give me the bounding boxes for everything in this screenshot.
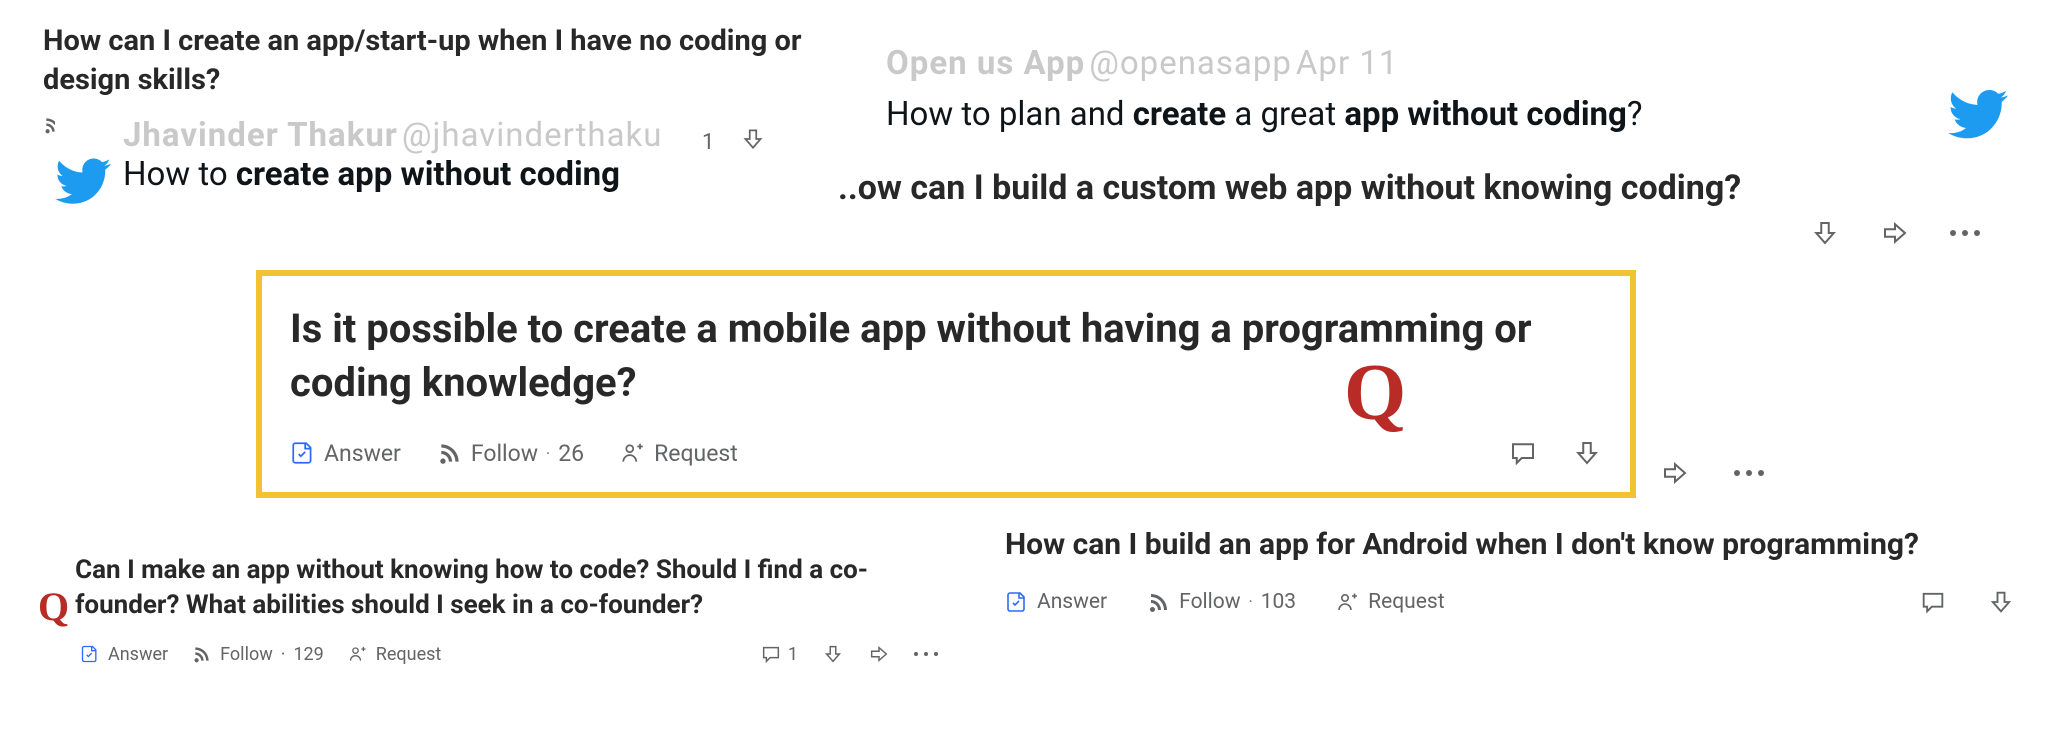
question-title[interactable]: How can I build an app for Android when … [1005,525,2015,566]
answer-action[interactable]: Answer [80,644,168,665]
request-icon [348,644,368,664]
answer-icon [290,440,316,466]
question-title[interactable]: Can I make an app without knowing how to… [75,553,938,623]
request-action[interactable]: Request [1336,590,1444,614]
quora-logo-large: Q [1344,348,1406,439]
downvote-icon [740,126,766,152]
request-label: Request [1368,590,1444,614]
twitter-icon [1948,83,2010,145]
follow-label: Follow [220,644,273,665]
follow-label: Follow [1179,590,1240,614]
stray-count: 1 [702,130,714,155]
highlight-right-actions [1508,438,1602,468]
share-icon[interactable] [1880,218,1910,248]
request-icon [1336,590,1360,614]
answer-icon [1005,590,1029,614]
tweet-author-ghost: Jhavinder Thakur [123,116,398,155]
more-icon[interactable] [1950,230,1980,236]
t2-mid: a great [1226,95,1344,134]
follow-action[interactable]: Follow · 129 [192,644,324,665]
downvote-icon[interactable] [1810,218,1840,248]
rss-icon [1147,590,1171,614]
highlighted-question: Is it possible to create a mobile app wi… [256,270,1636,498]
right-actions: 1 [760,643,938,665]
downvote-icon[interactable] [1987,588,2015,616]
rss-icon [192,644,212,664]
answer-label: Answer [108,644,168,665]
share-icon[interactable] [1660,458,1690,488]
tweet2-author-row: Open us App @openasapp Apr 11 [886,44,2010,83]
right-actions [1919,588,2015,616]
share-icon[interactable] [868,643,890,665]
follow-count: 129 [293,644,323,665]
answer-icon [80,644,100,664]
comment-count: 1 [788,644,798,665]
tweet-text-pre: How to [123,155,236,194]
heading-custom-web-app: ..ow can I build a custom web app withou… [838,166,2048,212]
t2-b2: app without coding [1344,95,1627,134]
t2-pre: How to plan and [886,95,1133,134]
question-actions: Answer Follow · 129 Request 1 [80,643,938,665]
question-actions: Answer Follow · 103 Request [1005,588,2015,616]
quora-question-3: How can I build an app for Android when … [1005,525,2015,616]
answer-label: Answer [1037,590,1107,614]
comment-action[interactable]: 1 [760,643,798,665]
twitter-icon [55,152,113,210]
request-action[interactable]: Request [620,440,738,467]
answer-action[interactable]: Answer [1005,590,1107,614]
tweet2-text: How to plan and create a great app witho… [886,83,2010,145]
comment-icon[interactable] [1508,438,1538,468]
more-icon[interactable] [914,652,938,656]
tweet2-handle-ghost: @openasapp [1089,44,1292,83]
request-icon [620,440,646,466]
follow-count: 103 [1261,590,1296,614]
stray-downvote[interactable] [740,126,766,152]
question-title[interactable]: How can I create an app/start-up when I … [43,22,813,100]
rss-icon [437,440,463,466]
t2-b1: create [1133,95,1226,134]
downvote-icon[interactable] [1572,438,1602,468]
comment-icon [760,643,782,665]
heading-text: ..ow can I build a custom web app withou… [838,166,2048,212]
quora-question-2: Q Can I make an app without knowing how … [38,553,938,665]
heading-actions [1810,218,1980,248]
more-icon[interactable] [1734,470,1764,476]
request-label: Request [376,644,442,665]
follow-count: 26 [558,440,584,467]
answer-action[interactable]: Answer [290,440,401,467]
downvote-icon[interactable] [822,643,844,665]
comment-icon[interactable] [1919,588,1947,616]
tweet2-date-ghost: Apr 11 [1296,44,1399,83]
highlight-external-actions [1660,458,1764,488]
stray-one: 1 [702,130,714,155]
tweet-text-bold: create app without coding [236,155,620,194]
highlight-actions: Answer Follow · 26 Request [290,438,1602,468]
quora-logo-small: Q [38,587,69,627]
follow-action[interactable]: Follow · 103 [1147,590,1296,614]
request-label: Request [654,440,738,467]
answer-label: Answer [324,440,401,467]
tweet-text: How to create app without coding [123,155,662,194]
follow-label: Follow [471,440,538,467]
t2-suf: ? [1627,95,1643,134]
tweet2-author-ghost: Open us App [886,44,1085,83]
request-action[interactable]: Request [348,644,442,665]
follow-action[interactable]: Follow · 26 [437,440,584,467]
tweet-handle-ghost: @jhavinderthaku [402,116,663,155]
tweet-author-row: Jhavinder Thakur @jhavinderthaku [123,116,662,155]
tweet-2: Open us App @openasapp Apr 11 How to pla… [870,44,2010,145]
